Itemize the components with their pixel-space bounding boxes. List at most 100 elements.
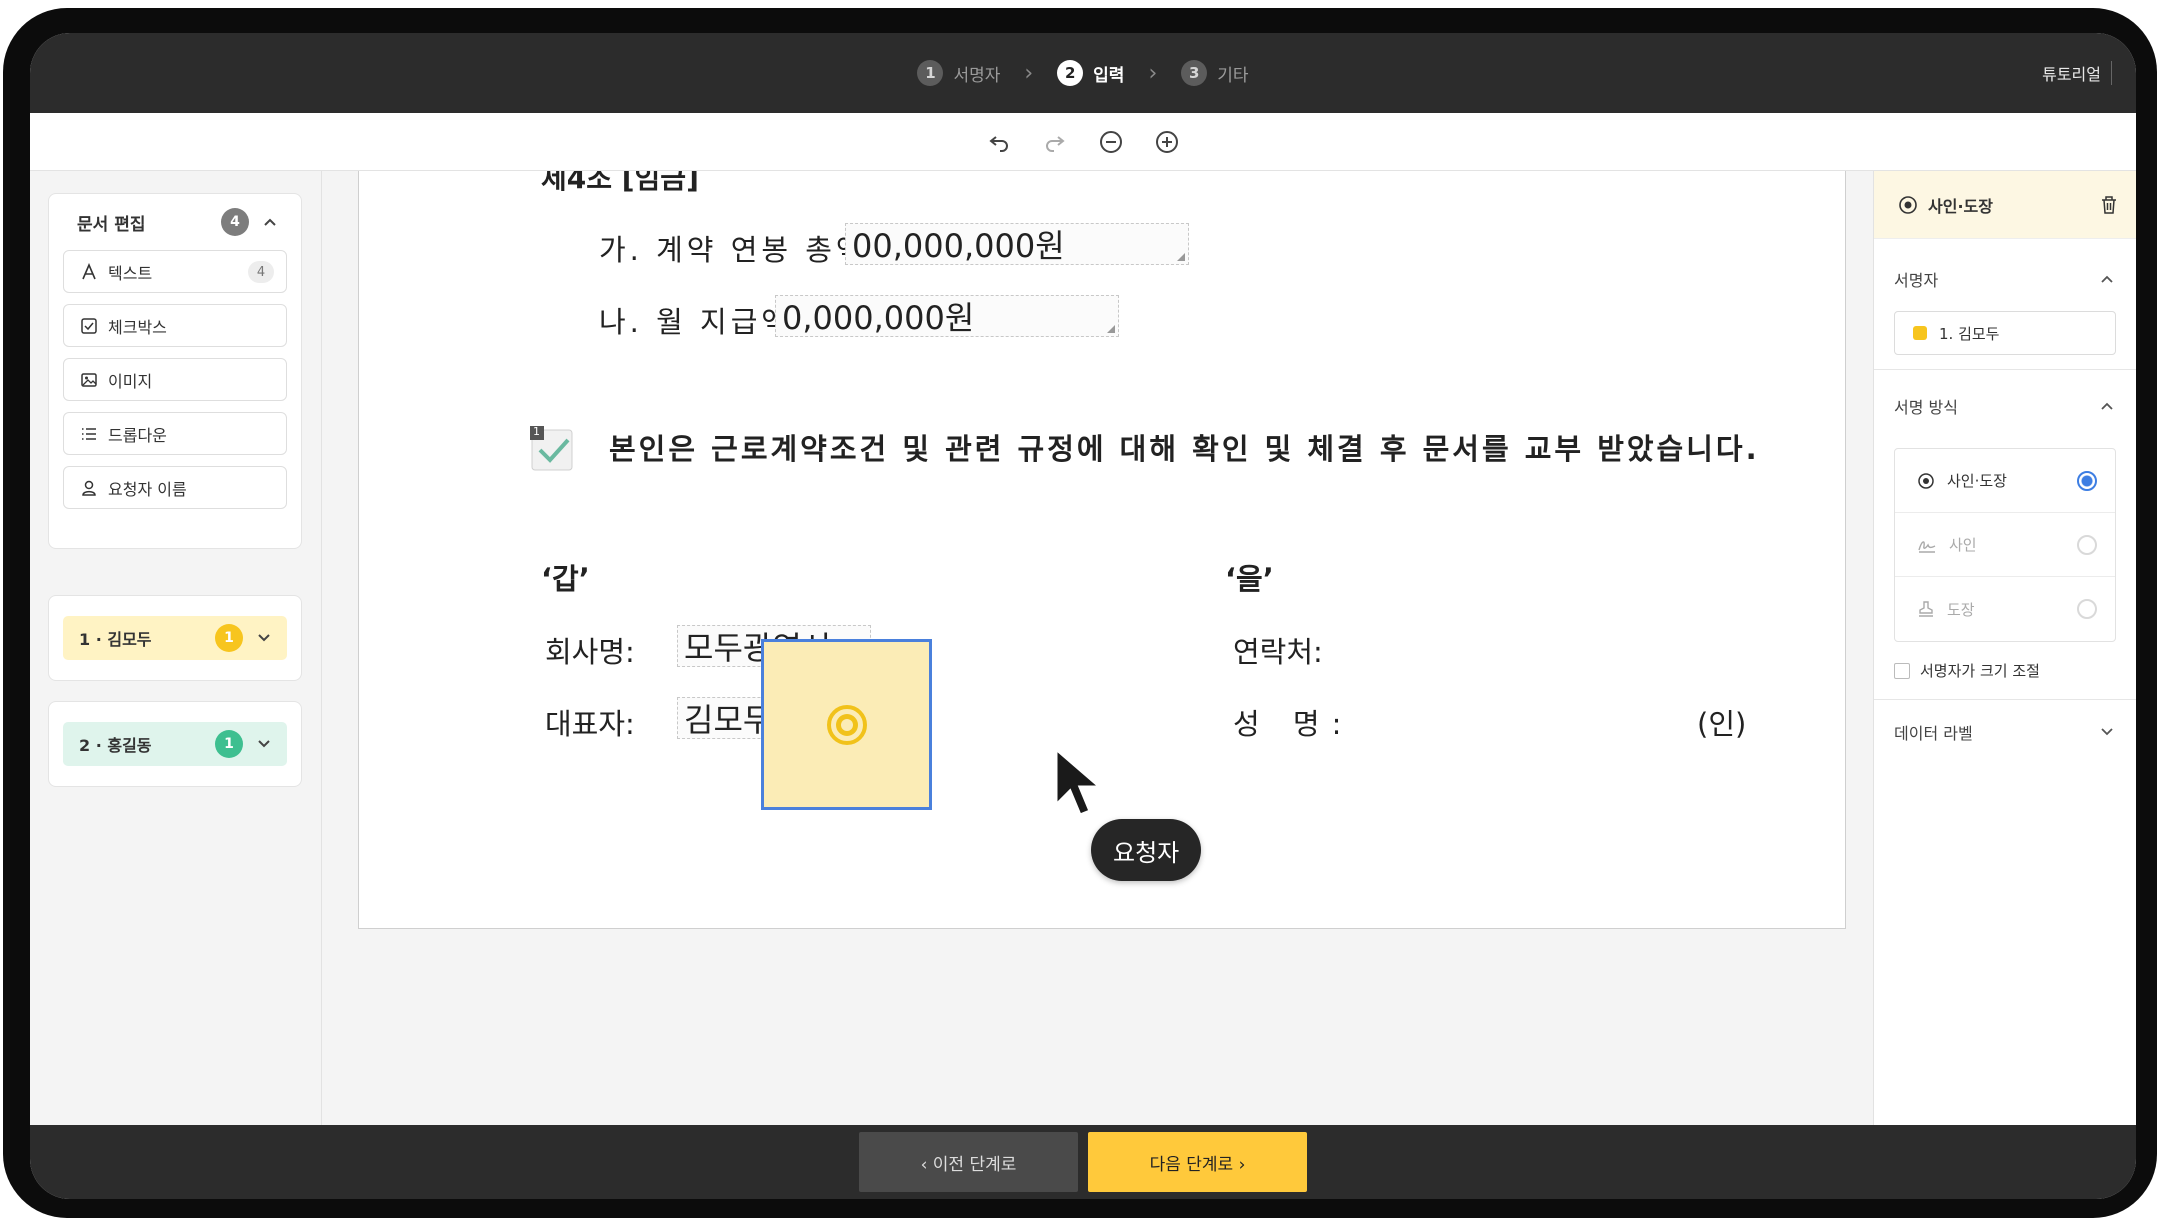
zoom-out-icon[interactable] xyxy=(1096,127,1126,157)
party-a-heading: ‘갑’ xyxy=(541,562,590,596)
properties-title: 사인·도장 xyxy=(1928,196,1993,216)
checkbox-field[interactable]: 1 xyxy=(530,425,576,472)
method-options: 사인·도장 사인 도장 xyxy=(1894,448,2116,642)
step-signers[interactable]: 1 서명자 xyxy=(917,60,1000,86)
signer-select-value: 1. 김모두 xyxy=(1939,324,2000,343)
step-number: 2 xyxy=(1057,60,1084,86)
party-b-heading: ‘을’ xyxy=(1225,562,1274,596)
signature-stamp-field[interactable] xyxy=(761,639,932,810)
annual-salary-field[interactable]: 00,000,000원 xyxy=(845,223,1189,265)
stamp-icon xyxy=(1919,601,1933,617)
tablet-frame: 1 서명자 › 2 입력 › 3 기타 튜토리얼 문서 편집 4 텍스트 4 체… xyxy=(3,8,2157,1218)
chevron-up-icon[interactable] xyxy=(2100,274,2114,284)
tool-dropdown[interactable]: 드롭다운 xyxy=(63,412,287,455)
step-indicator: 1 서명자 › 2 입력 › 3 기타 xyxy=(30,33,2136,113)
divider xyxy=(1874,699,2136,700)
data-label-section-header[interactable]: 데이터 라벨 xyxy=(1874,704,2136,760)
chevron-up-icon[interactable] xyxy=(263,217,277,227)
bottom-bar: ‹ 이전 단계로 다음 단계로 › xyxy=(30,1125,2136,1199)
signer-card-1: 1 · 김모두 1 xyxy=(48,595,302,681)
tool-label: 드롭다운 xyxy=(108,425,167,445)
trash-icon[interactable] xyxy=(2100,195,2118,215)
seal-mark: (인) xyxy=(1697,707,1747,741)
signer-label: 2 · 홍길동 xyxy=(79,736,152,755)
tool-label: 요청자 이름 xyxy=(108,479,187,499)
tool-label: 체크박스 xyxy=(108,317,167,337)
method-label: 사인 xyxy=(1949,536,1977,554)
method-radio[interactable] xyxy=(2077,534,2097,555)
list-icon xyxy=(82,427,96,440)
redo-icon[interactable] xyxy=(1040,127,1070,157)
signer-item-2[interactable]: 2 · 홍길동 1 xyxy=(63,722,287,766)
chevron-down-icon[interactable] xyxy=(257,739,271,749)
method-stamp[interactable]: 도장 xyxy=(1895,577,2115,641)
signer-count: 1 xyxy=(215,730,243,758)
chevron-down-icon[interactable] xyxy=(257,633,271,643)
signer-section-title: 서명자 xyxy=(1894,271,1939,290)
step-number: 1 xyxy=(917,60,944,86)
cursor-arrow-icon xyxy=(1054,745,1105,817)
tool-checkbox[interactable]: 체크박스 xyxy=(63,304,287,347)
signer-select[interactable]: 1. 김모두 xyxy=(1894,311,2116,355)
signer-item-1[interactable]: 1 · 김모두 1 xyxy=(63,616,287,660)
chevron-right-icon: › xyxy=(1024,60,1034,86)
contact-label: 연락처: xyxy=(1233,635,1323,669)
step-label: 기타 xyxy=(1217,65,1249,86)
next-step-button[interactable]: 다음 단계로 › xyxy=(1088,1132,1307,1192)
tool-requester-name[interactable]: 요청자 이름 xyxy=(63,466,287,509)
divider xyxy=(1874,369,2136,370)
resize-option[interactable]: 서명자가 크기 조절 xyxy=(1874,642,2136,699)
text-icon xyxy=(82,262,96,279)
left-panel: 문서 편집 4 텍스트 4 체크박스 이미지 드롭다운 요청자 이름 1 · 김… xyxy=(30,171,322,1125)
monthly-pay-field[interactable]: 0,000,000원 xyxy=(775,295,1119,337)
prev-step-button[interactable]: ‹ 이전 단계로 xyxy=(859,1132,1078,1192)
document-canvas: 제4조 [임금] 가. 계약 연봉 총액: 00,000,000원 나. 월 지… xyxy=(322,171,1874,1125)
method-radio-selected[interactable] xyxy=(2077,470,2097,491)
right-panel: 사인·도장 서명자 1. 김모두 서명 방식 사인·도장 사인 도장 서명자가 … xyxy=(1873,171,2136,1125)
editor-toolbar xyxy=(30,113,2136,171)
method-section-title: 서명 방식 xyxy=(1894,398,1958,417)
signer-label: 1 · 김모두 xyxy=(79,630,152,649)
document-edit-header[interactable]: 문서 편집 4 xyxy=(49,194,301,250)
chevron-right-icon: › xyxy=(1148,60,1158,86)
image-icon xyxy=(81,372,97,387)
step-etc[interactable]: 3 기타 xyxy=(1181,60,1249,86)
method-sign[interactable]: 사인 xyxy=(1895,513,2115,577)
properties-header: 사인·도장 xyxy=(1874,171,2136,239)
text-count: 4 xyxy=(248,261,274,283)
resize-checkbox[interactable] xyxy=(1894,662,1910,679)
signature-icon xyxy=(1918,540,1936,553)
undo-icon[interactable] xyxy=(984,127,1014,157)
step-label: 서명자 xyxy=(953,65,1001,86)
name-label: 성 명: xyxy=(1233,707,1354,741)
checkbox-number: 1 xyxy=(533,425,540,438)
user-icon xyxy=(82,480,96,496)
tool-image[interactable]: 이미지 xyxy=(63,358,287,401)
tool-text[interactable]: 텍스트 4 xyxy=(63,250,287,293)
top-bar: 1 서명자 › 2 입력 › 3 기타 튜토리얼 xyxy=(30,33,2136,113)
signer-card-2: 2 · 홍길동 1 xyxy=(48,701,302,787)
chevron-down-icon[interactable] xyxy=(2100,727,2114,737)
checkbox-icon xyxy=(81,317,97,334)
method-label: 사인·도장 xyxy=(1947,472,2007,490)
signer-section-header[interactable]: 서명자 xyxy=(1874,251,2136,307)
confirmation-text: 본인은 근로계약조건 및 관련 규정에 대해 확인 및 체결 후 문서를 교부 … xyxy=(609,432,1760,466)
tutorial-button[interactable]: 튜토리얼 xyxy=(2042,61,2112,85)
app-screen: 1 서명자 › 2 입력 › 3 기타 튜토리얼 문서 편집 4 텍스트 4 체… xyxy=(30,33,2136,1199)
method-sign-stamp[interactable]: 사인·도장 xyxy=(1895,449,2115,513)
article-title: 제4조 [임금] xyxy=(541,171,699,195)
signer-count: 1 xyxy=(215,624,243,652)
annual-salary-label: 가. 계약 연봉 총액: xyxy=(599,233,881,267)
method-radio[interactable] xyxy=(2077,599,2097,619)
chevron-up-icon[interactable] xyxy=(2100,401,2114,411)
document-edit-card: 문서 편집 4 텍스트 4 체크박스 이미지 드롭다운 요청자 이름 xyxy=(48,193,302,549)
zoom-in-icon[interactable] xyxy=(1152,127,1182,157)
requester-tooltip: 요청자 xyxy=(1091,819,1202,881)
method-label: 도장 xyxy=(1947,600,1975,619)
tool-label: 텍스트 xyxy=(108,263,153,283)
step-input[interactable]: 2 입력 xyxy=(1057,60,1124,86)
step-number: 3 xyxy=(1181,60,1208,86)
document-edit-title: 문서 편집 xyxy=(77,214,146,235)
data-label-section-title: 데이터 라벨 xyxy=(1894,724,1973,743)
method-section-header[interactable]: 서명 방식 xyxy=(1874,378,2136,434)
